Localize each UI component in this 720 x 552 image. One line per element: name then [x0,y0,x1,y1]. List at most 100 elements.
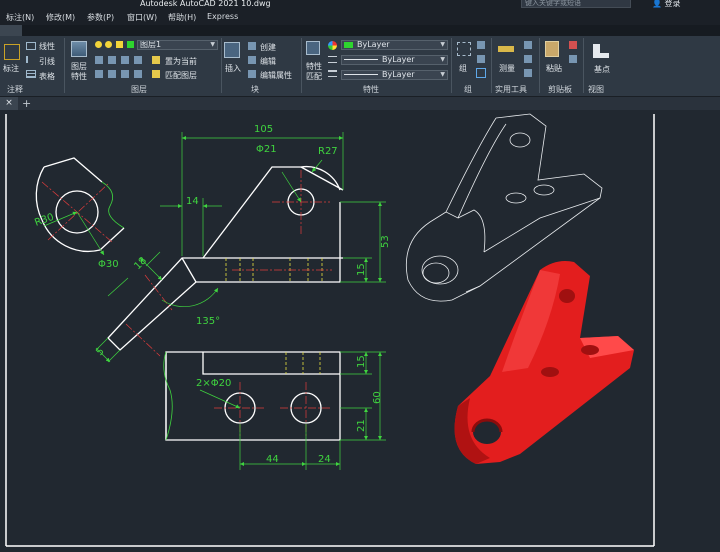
search-input[interactable]: 键入关键字或短语 [521,0,631,8]
lineweight-dropdown[interactable]: ByLayer ▼ [341,70,448,80]
set-current-button[interactable]: 置为当前 [165,56,197,67]
cut-icon[interactable] [569,41,577,49]
edit-block-icon[interactable] [248,56,256,64]
login-button[interactable]: 👤 登录 [652,0,681,9]
lineweight-value: ByLayer [382,70,415,79]
match-properties-icon[interactable] [306,41,320,55]
edit-attributes-icon[interactable] [248,70,256,78]
panel-title-layers[interactable]: 图层 [131,84,147,95]
ribbon-tab-active[interactable] [0,25,22,36]
dim-135: 135° [196,316,220,327]
linear-dim-icon[interactable] [26,42,36,50]
insert-button[interactable]: 插入 [225,63,241,74]
group-button[interactable]: 组 [459,63,467,74]
menu-parametric[interactable]: 参数(P) [87,12,114,23]
match-layer-icon[interactable] [152,70,160,78]
drawing-svg[interactable]: R30 Φ30 105 Φ21 R27 14 53 15 18 135° 5 2… [0,110,720,552]
drawing-canvas[interactable]: R30 Φ30 105 Φ21 R27 14 53 15 18 135° 5 2… [0,110,720,552]
insert-block-icon[interactable] [224,42,240,58]
linetype-preview [344,59,378,60]
color-swatch [344,41,353,48]
linetype-icon[interactable] [328,56,337,63]
group-tool-icon[interactable] [477,55,485,63]
panel-title-block[interactable]: 块 [251,84,259,95]
layer-on-icon[interactable] [95,41,102,48]
dim-105: 105 [254,124,273,135]
panel-separator [583,38,584,93]
edit-attributes-button[interactable]: 编辑属性 [260,70,292,81]
panel-title-group[interactable]: 组 [464,84,472,95]
dim-5: 5 [94,346,106,358]
set-current-icon[interactable] [152,56,160,64]
menu-window[interactable]: 窗口(W) [127,12,157,23]
solid-3d-model[interactable] [454,261,634,464]
user-icon: 👤 [652,0,662,8]
layer-properties-label2[interactable]: 特性 [71,71,87,82]
layer-color-swatch [127,41,134,48]
measure-icon[interactable] [498,46,514,52]
color-wheel-icon[interactable] [328,41,337,50]
close-tab-icon[interactable]: × [0,97,18,110]
paste-button[interactable]: 粘贴 [546,63,562,74]
group-icon[interactable] [457,42,471,56]
copy-icon[interactable] [569,55,577,63]
layer-thaw-icon[interactable] [105,41,112,48]
edit-button[interactable]: 编辑 [260,56,276,67]
side-view-left[interactable] [35,157,125,253]
dims-top [199,351,386,470]
table-icon[interactable] [26,70,36,78]
layer-tool-icon[interactable] [108,70,116,78]
dim-14: 14 [186,196,199,207]
lineweight-icon[interactable] [328,70,337,77]
top-view[interactable] [165,351,341,441]
dim-15-front: 15 [356,263,367,276]
group-tool-icon[interactable] [477,41,485,49]
base-view-button[interactable]: 基点 [594,64,610,75]
layer-tool-icon[interactable] [108,56,116,64]
menu-express[interactable]: Express [207,12,238,21]
panel-separator [451,38,452,93]
utility-tool-icon[interactable] [524,41,532,49]
create-button[interactable]: 创建 [260,42,276,53]
panel-title-clipboard[interactable]: 剪贴板 [548,84,572,95]
measure-button[interactable]: 测量 [499,63,515,74]
dim-d30: Φ30 [98,259,119,270]
layer-tool-icon[interactable] [134,70,142,78]
hidden-lines-top [285,352,321,374]
layer-dropdown[interactable]: 图层1 ▼ [137,40,218,50]
utility-tool-icon[interactable] [524,69,532,77]
menu-modify[interactable]: 修改(M) [46,12,75,23]
dim-53: 53 [380,235,391,248]
layer-tool-icon[interactable] [95,70,103,78]
layer-properties-icon[interactable] [71,41,87,57]
layer-tool-icon[interactable] [134,56,142,64]
base-view-icon[interactable] [593,44,609,58]
dimension-button[interactable]: 标注 [3,63,19,74]
utility-tool-icon[interactable] [524,55,532,63]
group-select-icon[interactable] [476,68,486,78]
color-dropdown[interactable]: ByLayer ▼ [341,40,448,50]
panel-title-properties[interactable]: 特性 [363,84,379,95]
panel-title-utilities[interactable]: 实用工具 [495,84,527,95]
leader-icon[interactable] [26,56,36,63]
create-block-icon[interactable] [248,42,256,50]
paste-icon[interactable] [545,41,559,57]
linear-button[interactable]: 线性 [39,41,55,52]
dim-18: 18 [132,255,149,272]
panel-title-annotation[interactable]: 注释 [7,84,23,95]
panel-title-view[interactable]: 视图 [588,84,604,95]
menu-dimension[interactable]: 标注(N) [6,12,34,23]
layer-tool-icon[interactable] [95,56,103,64]
table-button[interactable]: 表格 [39,71,55,82]
layer-tool-icon[interactable] [121,56,129,64]
linetype-dropdown[interactable]: ByLayer ▼ [341,55,448,65]
layer-tool-icon[interactable] [121,70,129,78]
leader-button[interactable]: 引线 [39,56,55,67]
new-tab-icon[interactable]: + [22,97,31,110]
file-tab-bar [0,97,720,110]
match-properties-label2[interactable]: 匹配 [306,71,322,82]
dimension-icon[interactable] [4,44,20,60]
match-layer-button[interactable]: 匹配图层 [165,70,197,81]
layer-lock-icon[interactable] [116,41,123,48]
menu-help[interactable]: 帮助(H) [168,12,196,23]
